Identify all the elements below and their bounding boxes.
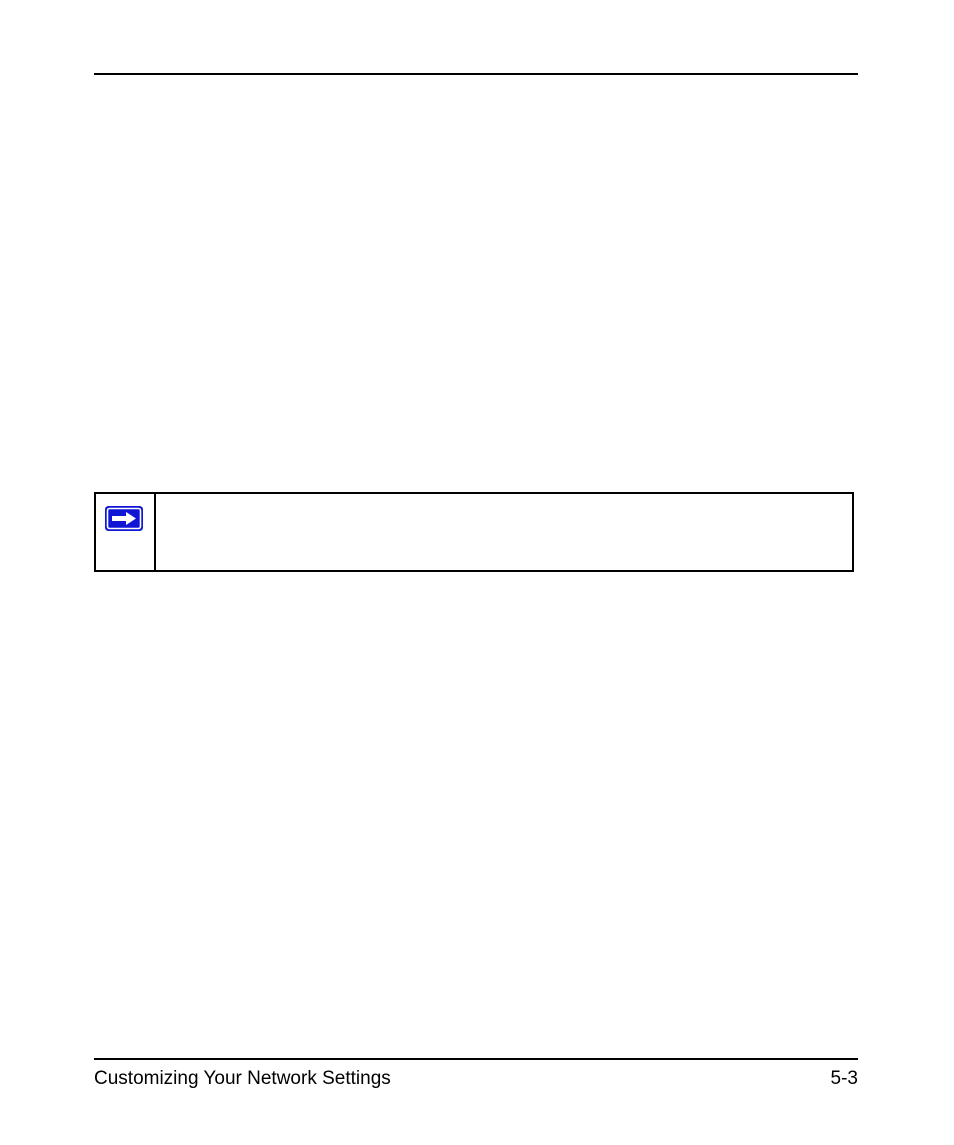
footer-page-number: 5-3 — [831, 1068, 858, 1090]
arrow-right-icon — [105, 506, 143, 531]
top-horizontal-rule — [94, 73, 858, 75]
note-callout-box — [94, 492, 854, 572]
footer-section-title: Customizing Your Network Settings — [94, 1068, 391, 1090]
bottom-horizontal-rule — [94, 1058, 858, 1060]
note-icon-cell — [96, 494, 156, 570]
